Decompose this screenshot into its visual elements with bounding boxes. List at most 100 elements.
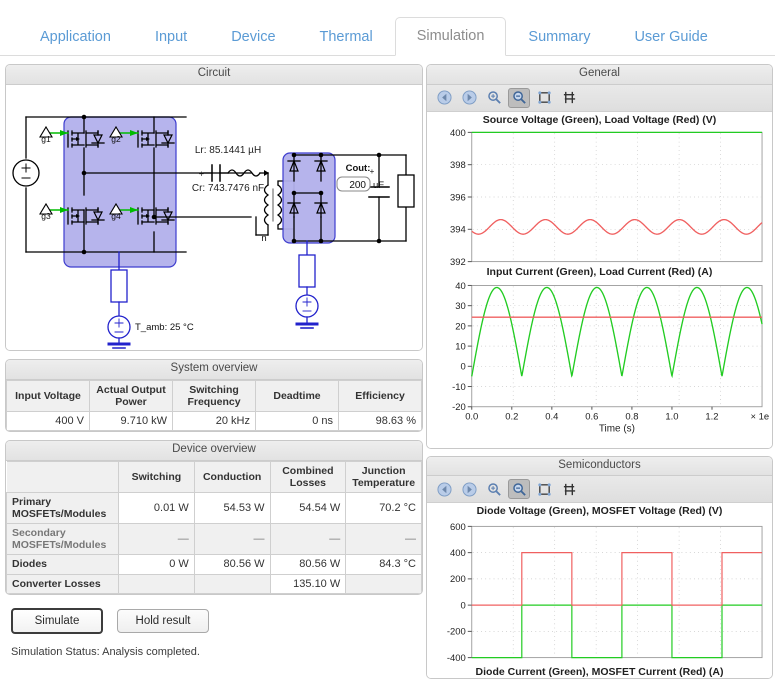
- svg-text:200: 200: [450, 574, 466, 585]
- lr-label: Lr: 85.1441 µH: [195, 145, 261, 156]
- tab-application[interactable]: Application: [18, 18, 133, 57]
- gate-label-g1: g1: [41, 134, 51, 144]
- cell-input-voltage: 400 V: [7, 411, 90, 431]
- tab-device[interactable]: Device: [209, 18, 297, 57]
- chart-title-input-load-current: Input Current (Green), Load Current (Red…: [430, 267, 769, 279]
- cell-primary-switching: 0.01 W: [119, 492, 195, 523]
- col-combined-losses: Combined Losses: [270, 461, 346, 492]
- tab-input[interactable]: Input: [133, 18, 209, 57]
- tab-thermal[interactable]: Thermal: [298, 18, 395, 57]
- cout-unit-label: uF: [373, 180, 384, 191]
- chart-source-load-voltage[interactable]: 392 394 396 398 400: [430, 126, 769, 266]
- svg-text:394: 394: [450, 225, 466, 236]
- svg-text:0.2: 0.2: [505, 411, 518, 422]
- svg-text:Time (s): Time (s): [599, 423, 635, 434]
- cr-label: Cr: 743.7476 nF: [192, 183, 264, 194]
- circuit-panel: Circuit: [5, 64, 423, 351]
- col-junction-temperature: Junction Temperature: [346, 461, 422, 492]
- cr-plus-sign: +: [199, 169, 204, 179]
- table-row: Primary MOSFETs/Modules 0.01 W 54.53 W 5…: [7, 492, 422, 523]
- cursor-tool-icon[interactable]: [558, 88, 580, 108]
- simulate-button[interactable]: Simulate: [11, 608, 103, 634]
- table-header-row: Switching Conduction Combined Losses Jun…: [7, 461, 422, 492]
- zoom-out-icon[interactable]: [508, 88, 530, 108]
- cout-input-value: 200: [349, 180, 366, 191]
- row-label-secondary-mosfets: Secondary MOSFETs/Modules: [7, 524, 119, 555]
- system-overview-title: System overview: [6, 360, 422, 380]
- tab-simulation[interactable]: Simulation: [395, 17, 507, 57]
- chart-diode-mosfet-voltage[interactable]: -400-2000200400600: [430, 518, 769, 666]
- transformer-turns-label: n: [261, 233, 266, 244]
- table-row: Converter Losses 135.10 W: [7, 574, 422, 594]
- cout-label: Cout:: [346, 163, 371, 174]
- svg-text:0: 0: [461, 361, 466, 372]
- tab-user-guide[interactable]: User Guide: [612, 18, 729, 57]
- cell-diodes-combined: 80.56 W: [270, 555, 346, 575]
- fit-to-window-icon[interactable]: [533, 88, 555, 108]
- circuit-diagram[interactable]: g1 g2 g3 g4 Lr: 85.1441 µH + Cr: 743.747…: [6, 85, 422, 350]
- col-conduction: Conduction: [194, 461, 270, 492]
- forward-arrow-icon[interactable]: [458, 479, 480, 499]
- tab-bar: Application Input Device Thermal Simulat…: [0, 0, 775, 56]
- cell-converter-switching: [119, 574, 195, 594]
- svg-text:1.2: 1.2: [705, 411, 718, 422]
- device-overview-panel: Device overview Switching Conduction Com…: [5, 440, 423, 595]
- cell-deadtime: 0 ns: [256, 411, 339, 431]
- cell-efficiency: 98.63 %: [339, 411, 422, 431]
- row-label-primary-mosfets: Primary MOSFETs/Modules: [7, 492, 119, 523]
- main-content: Circuit: [0, 56, 775, 690]
- fit-to-window-icon[interactable]: [533, 479, 555, 499]
- back-arrow-icon[interactable]: [433, 479, 455, 499]
- cell-primary-conduction: 54.53 W: [194, 492, 270, 523]
- svg-text:20: 20: [455, 321, 466, 332]
- col-device-name: [7, 461, 119, 492]
- cout-input[interactable]: 200: [337, 177, 370, 191]
- cell-secondary-combined: —: [270, 524, 346, 555]
- svg-text:0.6: 0.6: [585, 411, 598, 422]
- secondary-bridge-shading: [283, 153, 335, 243]
- table-row: 400 V 9.710 kW 20 kHz 0 ns 98.63 %: [7, 411, 422, 431]
- zoom-out-icon[interactable]: [508, 479, 530, 499]
- hold-result-button[interactable]: Hold result: [117, 609, 209, 633]
- col-switching: Switching: [119, 461, 195, 492]
- general-plot-panel: General: [426, 64, 773, 449]
- svg-text:600: 600: [450, 521, 466, 532]
- semiconductors-panel-title: Semiconductors: [427, 457, 772, 477]
- svg-text:398: 398: [450, 160, 466, 171]
- cell-secondary-conduction: —: [194, 524, 270, 555]
- back-arrow-icon[interactable]: [433, 88, 455, 108]
- svg-text:-10: -10: [452, 382, 466, 393]
- chart-title-diode-mosfet-current: Diode Current (Green), MOSFET Current (R…: [430, 667, 769, 679]
- cell-primary-junction-temp: 70.2 °C: [346, 492, 422, 523]
- chart-input-load-current[interactable]: -20-100102030400.00.20.40.60.81.01.2× 1e…: [430, 279, 769, 447]
- semiconductors-plot-panel: Semiconductors: [426, 456, 773, 679]
- system-overview-panel: System overview Input Voltage Actual Out…: [5, 359, 423, 432]
- tab-summary[interactable]: Summary: [506, 18, 612, 57]
- svg-text:400: 400: [450, 548, 466, 559]
- svg-text:396: 396: [450, 192, 466, 203]
- device-overview-title: Device overview: [6, 441, 422, 461]
- col-efficiency: Efficiency: [339, 380, 422, 411]
- svg-text:400: 400: [450, 128, 466, 139]
- svg-text:10: 10: [455, 341, 466, 352]
- svg-text:40: 40: [455, 280, 466, 291]
- device-overview-table: Switching Conduction Combined Losses Jun…: [6, 461, 422, 595]
- cell-diodes-junction-temp: 84.3 °C: [346, 555, 422, 575]
- col-deadtime: Deadtime: [256, 380, 339, 411]
- gate-label-g2: g2: [111, 134, 121, 144]
- svg-text:-400: -400: [447, 653, 466, 664]
- zoom-in-icon[interactable]: [483, 88, 505, 108]
- action-bar: Simulate Hold result: [5, 608, 423, 634]
- svg-text:× 1e-4: × 1e-4: [751, 411, 769, 422]
- svg-text:-200: -200: [447, 626, 466, 637]
- svg-text:-20: -20: [452, 402, 466, 413]
- cell-primary-combined: 54.54 W: [270, 492, 346, 523]
- col-switching-frequency: Switching Frequency: [173, 380, 256, 411]
- general-plot-toolbar: [427, 85, 772, 112]
- forward-arrow-icon[interactable]: [458, 88, 480, 108]
- cursor-tool-icon[interactable]: [558, 479, 580, 499]
- svg-text:392: 392: [450, 257, 466, 266]
- simulation-status-text: Simulation Status: Analysis completed.: [5, 646, 423, 658]
- zoom-in-icon[interactable]: [483, 479, 505, 499]
- col-actual-output-power: Actual Output Power: [90, 380, 173, 411]
